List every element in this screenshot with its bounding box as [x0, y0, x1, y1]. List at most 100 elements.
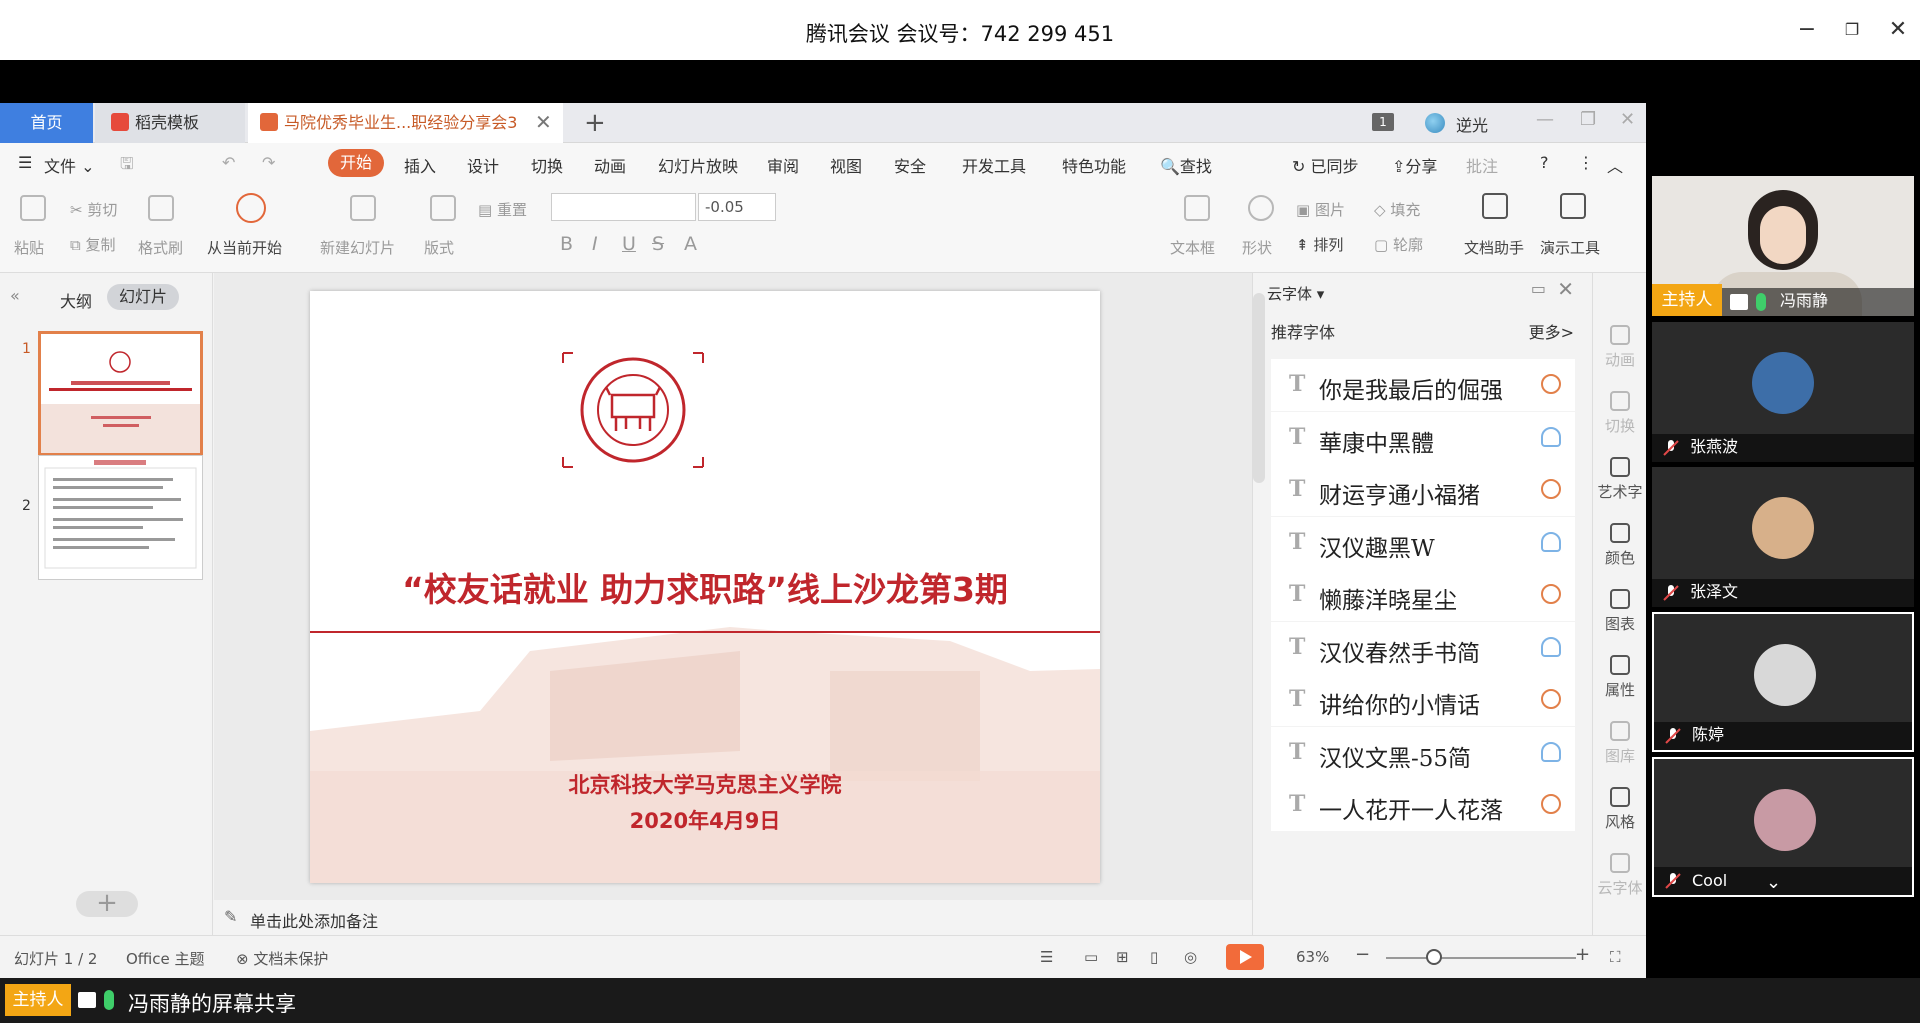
- premium-font-icon[interactable]: [1541, 374, 1561, 394]
- menu-animation[interactable]: 动画: [594, 153, 626, 177]
- cloud-download-icon[interactable]: [1541, 531, 1561, 552]
- wps-minimize-icon[interactable]: —: [1536, 109, 1554, 130]
- notes-view-icon[interactable]: ☰: [1040, 948, 1053, 966]
- menu-devtools[interactable]: 开发工具: [962, 153, 1026, 177]
- slide-title[interactable]: “校友话就业 助力求职路”线上沙龙第3期: [310, 563, 1100, 611]
- cloud-download-icon[interactable]: [1541, 426, 1561, 447]
- menu-design[interactable]: 设计: [467, 153, 499, 177]
- sorter-view-icon[interactable]: ⊞: [1116, 948, 1129, 966]
- window-count-badge[interactable]: 1: [1372, 113, 1394, 131]
- zoom-slider-handle[interactable]: [1426, 949, 1442, 965]
- tab-close-icon[interactable]: ✕: [535, 112, 552, 132]
- font-color-icon[interactable]: A: [684, 233, 697, 255]
- copy-button[interactable]: ⧉ 复制: [70, 234, 116, 255]
- new-tab-icon[interactable]: +: [584, 108, 606, 138]
- cloud-download-icon[interactable]: [1541, 636, 1561, 657]
- paste-button[interactable]: 粘贴: [14, 237, 44, 258]
- wps-close-icon[interactable]: ✕: [1620, 109, 1635, 130]
- font-item[interactable]: T 你是我最后的倔强: [1271, 359, 1575, 411]
- zoom-slider[interactable]: [1386, 957, 1576, 959]
- rail-cloud-font[interactable]: 云字体: [1593, 853, 1647, 898]
- save-icon[interactable]: 🖫: [120, 153, 134, 180]
- reset-button[interactable]: ▤ 重置: [478, 199, 527, 220]
- collapse-ribbon-icon[interactable]: ︿: [1607, 153, 1623, 177]
- rail-art-text[interactable]: 艺术字: [1593, 457, 1647, 502]
- tab-template[interactable]: 稻壳模板: [95, 103, 245, 143]
- doc-assistant-button[interactable]: 文档助手: [1464, 237, 1524, 258]
- picture-button[interactable]: ▣ 图片: [1296, 199, 1345, 220]
- menu-review[interactable]: 审阅: [767, 153, 799, 177]
- menu-security[interactable]: 安全: [894, 153, 926, 177]
- tab-home[interactable]: 首页: [0, 103, 93, 143]
- font-item[interactable]: T 财运亨通小福猪: [1271, 464, 1575, 516]
- menu-transition[interactable]: 切换: [531, 153, 563, 177]
- zoom-out-icon[interactable]: −: [1355, 944, 1370, 965]
- close-icon[interactable]: ✕: [1884, 16, 1912, 44]
- restore-icon[interactable]: ❐: [1838, 16, 1866, 44]
- participant-tile[interactable]: 张泽文: [1652, 467, 1914, 607]
- fit-window-icon[interactable]: ⛶: [1610, 948, 1621, 966]
- rail-properties[interactable]: 属性: [1593, 655, 1647, 700]
- menu-slideshow[interactable]: 幻灯片放映: [658, 153, 738, 177]
- premium-font-icon[interactable]: [1541, 689, 1561, 709]
- menu-insert[interactable]: 插入: [404, 153, 436, 177]
- rail-transition[interactable]: 切换: [1593, 391, 1647, 436]
- outline-button[interactable]: ▢ 轮廓: [1374, 234, 1423, 255]
- wps-restore-icon[interactable]: ❐: [1580, 109, 1596, 130]
- font-item[interactable]: T 汉仪趣黑W: [1271, 516, 1575, 569]
- menu-synced[interactable]: ↻ 已同步: [1292, 153, 1359, 177]
- font-panel-scrollbar[interactable]: [1253, 293, 1265, 483]
- add-slide-button[interactable]: +: [76, 890, 138, 917]
- rail-chart[interactable]: 图表: [1593, 589, 1647, 634]
- menu-search[interactable]: 🔍查找: [1160, 153, 1212, 177]
- slide-date[interactable]: 2020年4月9日: [310, 805, 1100, 835]
- more-icon[interactable]: ⋮: [1578, 153, 1594, 172]
- rail-color[interactable]: 颜色: [1593, 523, 1647, 568]
- participant-tile-host[interactable]: 主持人 冯雨静: [1652, 176, 1914, 316]
- notes-placeholder[interactable]: 单击此处添加备注: [250, 908, 378, 932]
- reading-view-icon[interactable]: ▯: [1150, 948, 1158, 966]
- slide-thumbnail-1[interactable]: [38, 331, 203, 456]
- strikethrough-icon[interactable]: S: [652, 233, 664, 255]
- zoom-in-icon[interactable]: +: [1575, 944, 1590, 965]
- menu-share[interactable]: ⇪分享: [1392, 153, 1437, 177]
- font-name-select[interactable]: [551, 193, 696, 221]
- more-fonts-link[interactable]: 更多>: [1529, 319, 1574, 343]
- presenter-view-icon[interactable]: ◎: [1184, 948, 1197, 966]
- layout-button[interactable]: 版式: [424, 237, 454, 258]
- participant-tile[interactable]: 张燕波: [1652, 322, 1914, 462]
- font-item[interactable]: T 汉仪春然手书简: [1271, 621, 1575, 674]
- new-slide-button[interactable]: 新建幻灯片: [320, 237, 395, 258]
- cloud-font-dropdown[interactable]: 云字体 ▾: [1267, 283, 1324, 304]
- font-item[interactable]: T 讲给你的小情话: [1271, 674, 1575, 726]
- bold-icon[interactable]: B: [560, 233, 573, 255]
- shape-button[interactable]: 形状: [1242, 237, 1272, 258]
- arrange-button[interactable]: ⇞ 排列: [1296, 234, 1343, 255]
- presentation-tools-button[interactable]: 演示工具: [1540, 237, 1600, 258]
- redo-icon[interactable]: ↷: [262, 153, 275, 172]
- notes-pane[interactable]: ✎ 单击此处添加备注: [214, 900, 1252, 935]
- textbox-button[interactable]: 文本框: [1170, 237, 1215, 258]
- rail-gallery[interactable]: 图库: [1593, 721, 1647, 766]
- underline-icon[interactable]: U: [622, 233, 636, 255]
- user-avatar-icon[interactable]: [1425, 113, 1445, 133]
- font-item[interactable]: T 華康中黑體: [1271, 411, 1575, 464]
- undo-icon[interactable]: ↶: [222, 153, 235, 172]
- panel-close-icon[interactable]: ✕: [1557, 277, 1574, 301]
- doc-protection[interactable]: ⊗ 文档未保护: [236, 948, 328, 969]
- participant-tile[interactable]: Cool ⌄: [1652, 757, 1914, 897]
- play-slideshow-button[interactable]: [1226, 944, 1264, 970]
- current-slide[interactable]: “校友话就业 助力求职路”线上沙龙第3期 北京科技大学马克思主义学院 2020年…: [310, 291, 1100, 883]
- normal-view-icon[interactable]: ▭: [1084, 948, 1098, 966]
- user-name[interactable]: 逆光: [1456, 112, 1488, 136]
- cloud-download-icon[interactable]: [1541, 741, 1561, 762]
- menu-file[interactable]: 文件 ⌄: [44, 153, 95, 177]
- chat-icon[interactable]: ▭: [1531, 279, 1546, 298]
- format-painter-button[interactable]: 格式刷: [138, 237, 183, 258]
- hamburger-icon[interactable]: ☰: [18, 153, 32, 172]
- premium-font-icon[interactable]: [1541, 479, 1561, 499]
- menu-view[interactable]: 视图: [830, 153, 862, 177]
- menu-comment[interactable]: 批注: [1466, 153, 1498, 177]
- outline-tab[interactable]: 大纲: [60, 288, 92, 312]
- menu-special[interactable]: 特色功能: [1062, 153, 1126, 177]
